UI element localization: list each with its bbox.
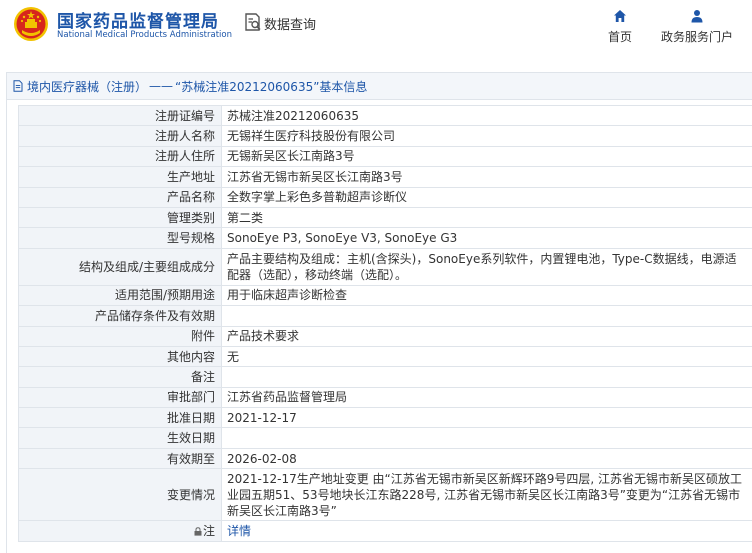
row-key: 其他内容 bbox=[18, 345, 222, 368]
row-value bbox=[221, 305, 752, 327]
table-row: 注册人名称 无锡祥生医疗科技股份有限公司 bbox=[18, 125, 752, 147]
table-row: 生产地址 江苏省无锡市新吴区长江南路3号 bbox=[18, 166, 752, 188]
breadcrumb: 境内医疗器械（注册） —— “苏械注准20212060635”基本信息 bbox=[7, 73, 752, 100]
nav-home[interactable]: 首页 bbox=[600, 9, 640, 49]
row-value: SonoEye P3, SonoEye V3, SonoEye G3 bbox=[221, 227, 752, 249]
row-value: 用于临床超声诊断检查 bbox=[221, 284, 752, 307]
table-row: 有效期至 2026-02-08 bbox=[18, 447, 752, 470]
row-value: 无锡祥生医疗科技股份有限公司 bbox=[221, 125, 752, 147]
table-row: 注册证编号 苏械注准20212060635 bbox=[18, 104, 752, 127]
table-row: 备注 bbox=[18, 366, 752, 388]
row-value: 详情 bbox=[221, 520, 752, 542]
registration-info-table: 注册证编号 苏械注准20212060635 注册人名称 无锡祥生医疗科技股份有限… bbox=[18, 104, 752, 542]
data-search-label[interactable]: 数据查询 bbox=[264, 14, 316, 33]
table-row: 产品名称 全数字掌上彩色多普勒超声诊断仪 bbox=[18, 186, 752, 208]
table-row: 附件 产品技术要求 bbox=[18, 325, 752, 347]
row-key: 型号规格 bbox=[18, 227, 222, 249]
row-value bbox=[221, 366, 752, 388]
row-value: 第二类 bbox=[221, 206, 752, 229]
row-key-note: 注 bbox=[18, 520, 222, 542]
table-row: 适用范围/预期用途 用于临床超声诊断检查 bbox=[18, 284, 752, 307]
row-value: 产品主要结构及组成：主机(含探头)，SonoEye系列软件，内置锂电池，Type… bbox=[221, 247, 752, 286]
site-header: 国家药品监督管理局 National Medical Products Admi… bbox=[0, 0, 752, 56]
row-value: 无 bbox=[221, 345, 752, 368]
table-row: 变更情况 2021-12-17生产地址变更 由“江苏省无锡市新吴区新辉环路9号四… bbox=[18, 468, 752, 522]
nav-home-label: 首页 bbox=[607, 30, 632, 44]
data-search-icon[interactable] bbox=[244, 12, 262, 32]
row-key: 产品名称 bbox=[18, 186, 222, 208]
breadcrumb-category-link[interactable]: 境内医疗器械（注册） bbox=[27, 78, 147, 95]
row-key: 批准日期 bbox=[18, 407, 222, 429]
row-value: 2021-12-17生产地址变更 由“江苏省无锡市新吴区新辉环路9号四层, 江苏… bbox=[221, 468, 752, 522]
site-logo-title[interactable]: 国家药品监督管理局 bbox=[57, 7, 219, 32]
site-logo-subtitle[interactable]: National Medical Products Administration bbox=[57, 30, 232, 40]
row-key: 备注 bbox=[18, 366, 222, 388]
row-key: 生产地址 bbox=[18, 166, 222, 188]
table-row: 产品储存条件及有效期 bbox=[18, 305, 752, 327]
table-row: 审批部门 江苏省药品监督管理局 bbox=[18, 386, 752, 409]
table-row: 管理类别 第二类 bbox=[18, 206, 752, 229]
detail-panel: 境内医疗器械（注册） —— “苏械注准20212060635”基本信息 注册证编… bbox=[6, 72, 752, 553]
nav-service-portal-label: 政务服务门户 bbox=[660, 30, 733, 44]
row-key-label: 注 bbox=[202, 523, 215, 538]
row-key: 变更情况 bbox=[18, 468, 222, 522]
row-key: 结构及组成/主要组成成分 bbox=[18, 247, 222, 286]
user-icon bbox=[691, 10, 703, 23]
national-emblem-icon[interactable] bbox=[13, 6, 49, 42]
table-row: 结构及组成/主要组成成分 产品主要结构及组成：主机(含探头)，SonoEye系列… bbox=[18, 247, 752, 286]
row-value: 无锡新吴区长江南路3号 bbox=[221, 145, 752, 168]
row-value: 苏械注准20212060635 bbox=[221, 104, 752, 127]
row-key: 生效日期 bbox=[18, 427, 222, 449]
row-key: 注册证编号 bbox=[18, 104, 222, 127]
lock-icon bbox=[194, 527, 202, 536]
table-row: 注 详情 bbox=[18, 520, 752, 542]
table-row: 生效日期 bbox=[18, 427, 752, 449]
row-value: 江苏省无锡市新吴区长江南路3号 bbox=[221, 166, 752, 188]
row-key: 有效期至 bbox=[18, 447, 222, 470]
row-value: 全数字掌上彩色多普勒超声诊断仪 bbox=[221, 186, 752, 208]
table-row: 注册人住所 无锡新吴区长江南路3号 bbox=[18, 145, 752, 168]
row-value: 2021-12-17 bbox=[221, 407, 752, 429]
row-value: 2026-02-08 bbox=[221, 447, 752, 470]
nav-service-portal[interactable]: 政务服务门户 bbox=[654, 9, 740, 49]
row-key: 适用范围/预期用途 bbox=[18, 284, 222, 307]
table-row: 型号规格 SonoEye P3, SonoEye V3, SonoEye G3 bbox=[18, 227, 752, 249]
table-row: 批准日期 2021-12-17 bbox=[18, 407, 752, 429]
row-value: 江苏省药品监督管理局 bbox=[221, 386, 752, 409]
row-key: 附件 bbox=[18, 325, 222, 347]
row-key: 产品储存条件及有效期 bbox=[18, 305, 222, 327]
row-value: 产品技术要求 bbox=[221, 325, 752, 347]
breadcrumb-title: “苏械注准20212060635”基本信息 bbox=[175, 79, 368, 94]
row-key: 注册人住所 bbox=[18, 145, 222, 168]
row-key: 注册人名称 bbox=[18, 125, 222, 147]
document-icon bbox=[13, 80, 23, 92]
details-link[interactable]: 详情 bbox=[227, 524, 251, 538]
home-icon bbox=[614, 10, 626, 22]
row-key: 管理类别 bbox=[18, 206, 222, 229]
row-key: 审批部门 bbox=[18, 386, 222, 409]
breadcrumb-separator: —— bbox=[149, 79, 174, 93]
table-row: 其他内容 无 bbox=[18, 345, 752, 368]
row-value bbox=[221, 427, 752, 449]
